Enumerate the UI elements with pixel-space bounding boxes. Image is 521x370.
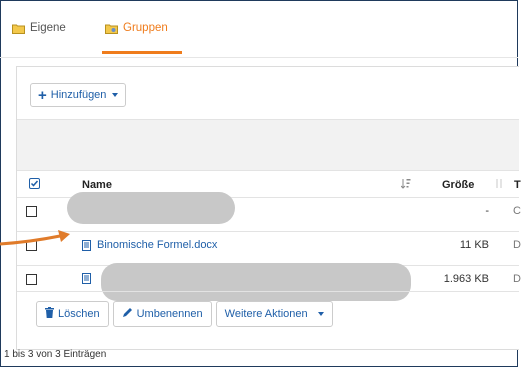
redacted-name	[67, 192, 235, 224]
tab-own[interactable]: Eigene	[12, 22, 66, 34]
redacted-name	[101, 263, 411, 301]
checkbox-icon[interactable]	[26, 206, 37, 217]
column-header-name[interactable]: Name	[82, 179, 112, 191]
bulk-actions: Löschen Umbenennen Weitere Aktionen	[36, 301, 333, 327]
sort-icon[interactable]	[495, 178, 503, 192]
tab-groups-label: Gruppen	[123, 22, 168, 34]
table-row[interactable]: Binomische Formel.docx 11 KB D	[17, 231, 521, 258]
table-info: 1 bis 3 von 3 Einträgen	[4, 349, 107, 360]
sort-icon[interactable]	[400, 178, 411, 192]
file-type: D	[513, 239, 521, 251]
checkbox-icon[interactable]	[26, 274, 37, 285]
folder-icon	[12, 23, 25, 34]
pencil-icon	[122, 307, 133, 321]
file-size: 11 KB	[459, 239, 489, 251]
table-row[interactable]: 1.963 KB D	[17, 263, 521, 301]
document-icon	[82, 273, 91, 284]
delete-button[interactable]: Löschen	[36, 301, 109, 327]
more-actions-button[interactable]: Weitere Aktionen	[215, 301, 333, 327]
chevron-down-icon	[112, 93, 119, 97]
file-name-link[interactable]	[82, 273, 91, 284]
trash-icon	[45, 307, 54, 321]
delete-button-label: Löschen	[58, 308, 100, 320]
file-type: C	[513, 205, 521, 217]
arrow-icon	[0, 230, 70, 246]
file-type: D	[513, 273, 521, 285]
column-header-size[interactable]: Größe	[442, 179, 474, 191]
folder-group-icon	[105, 23, 118, 34]
file-name: Binomische Formel.docx	[97, 239, 218, 251]
rename-button-label: Umbenennen	[136, 308, 203, 320]
add-button[interactable]: + Hinzufügen	[30, 83, 127, 107]
tab-groups[interactable]: Gruppen	[105, 22, 168, 34]
column-header-type[interactable]: T	[514, 179, 521, 191]
filter-bar	[17, 119, 519, 171]
plus-icon: +	[38, 86, 47, 104]
table-row[interactable]: - C	[17, 192, 521, 224]
rename-button[interactable]: Umbenennen	[112, 301, 212, 327]
document-icon	[82, 239, 91, 251]
tabs-divider	[0, 57, 518, 58]
chevron-down-icon	[317, 312, 324, 316]
file-size: 1.963 KB	[443, 273, 489, 285]
active-tab-indicator	[102, 51, 182, 54]
more-actions-label: Weitere Aktionen	[224, 308, 308, 320]
tab-own-label: Eigene	[30, 22, 66, 34]
select-all-checkbox-icon[interactable]	[29, 178, 40, 192]
table-bottom-divider	[17, 291, 519, 292]
file-size: -	[485, 205, 489, 217]
add-button-label: Hinzufügen	[50, 89, 107, 101]
file-name-link[interactable]: Binomische Formel.docx	[82, 239, 217, 251]
